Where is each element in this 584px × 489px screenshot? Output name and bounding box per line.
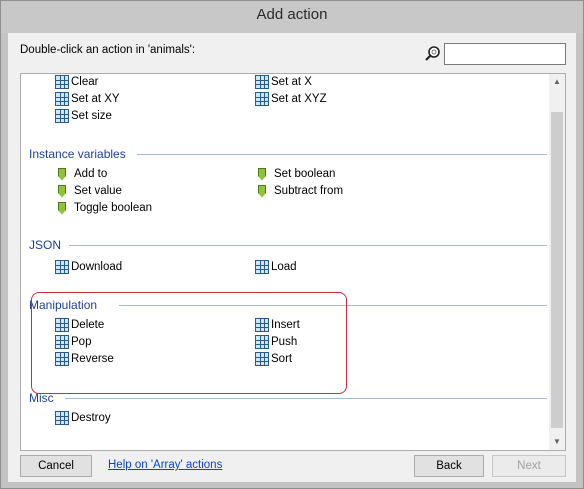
grid-icon	[55, 411, 69, 425]
scrollbar-thumb[interactable]	[551, 112, 563, 428]
help-link[interactable]: Help on 'Array' actions	[108, 459, 222, 471]
action-add-to[interactable]: Add to	[55, 166, 107, 182]
action-label: Add to	[74, 168, 108, 180]
scroll-down-arrow-icon[interactable]: ▼	[549, 434, 565, 450]
action-insert[interactable]: Insert	[255, 317, 300, 333]
action-label: Destroy	[71, 412, 111, 424]
action-label: Delete	[71, 319, 105, 331]
action-label: Set boolean	[274, 168, 336, 180]
action-label: Sort	[271, 353, 293, 365]
grid-icon	[55, 318, 69, 332]
action-set-at-xyz[interactable]: Set at XYZ	[255, 91, 327, 107]
action-label: Pop	[71, 336, 92, 348]
scroll-up-arrow-icon[interactable]: ▲	[549, 74, 565, 90]
dialog-body: Double-click an action in 'animals': Cle…	[8, 33, 576, 482]
grid-icon	[55, 109, 69, 123]
grid-icon	[255, 92, 269, 106]
grid-icon	[255, 260, 269, 274]
group-divider	[65, 398, 547, 399]
action-load[interactable]: Load	[255, 259, 297, 275]
grid-icon	[255, 352, 269, 366]
grid-icon	[255, 335, 269, 349]
group-divider	[137, 154, 547, 155]
action-label: Reverse	[71, 353, 114, 365]
add-action-dialog: Add action Double-click an action in 'an…	[0, 0, 584, 489]
action-push[interactable]: Push	[255, 334, 297, 350]
group-divider	[69, 245, 547, 246]
action-set-at-xy[interactable]: Set at XY	[55, 91, 120, 107]
action-delete[interactable]: Delete	[55, 317, 104, 333]
grid-icon	[255, 318, 269, 332]
action-label: Set at XYZ	[271, 93, 327, 105]
action-set-at-x[interactable]: Set at X	[255, 74, 312, 90]
instance-variable-icon	[58, 201, 66, 215]
group-header-instance-variables: Instance variables	[29, 147, 126, 161]
action-destroy[interactable]: Destroy	[55, 410, 111, 426]
action-reverse[interactable]: Reverse	[55, 351, 114, 367]
instance-variable-icon	[58, 167, 66, 181]
search-input[interactable]	[444, 43, 566, 65]
action-clear[interactable]: Clear	[55, 74, 98, 90]
action-sort[interactable]: Sort	[255, 351, 292, 367]
back-button[interactable]: Back	[414, 455, 484, 477]
action-label: Set at XY	[71, 93, 120, 105]
grid-icon	[55, 92, 69, 106]
next-button[interactable]: Next	[492, 455, 566, 477]
action-label: Toggle boolean	[74, 202, 153, 214]
action-set-boolean[interactable]: Set boolean	[255, 166, 335, 182]
grid-icon	[55, 352, 69, 366]
action-label: Clear	[71, 76, 99, 88]
action-pop[interactable]: Pop	[55, 334, 91, 350]
group-header-misc: Misc	[29, 391, 54, 405]
actions-list-panel: Clear Set at X Set at XY Set at XYZ Set …	[20, 73, 566, 451]
action-label: Insert	[271, 319, 300, 331]
action-label: Set size	[71, 110, 112, 122]
vertical-scrollbar[interactable]: ▲ ▼	[549, 74, 565, 450]
action-set-size[interactable]: Set size	[55, 108, 112, 124]
action-toggle-boolean[interactable]: Toggle boolean	[55, 200, 152, 216]
action-label: Download	[71, 261, 123, 273]
cancel-button[interactable]: Cancel	[20, 455, 92, 477]
search-icon	[425, 46, 440, 61]
instance-variable-icon	[258, 167, 266, 181]
actions-list: Clear Set at X Set at XY Set at XYZ Set …	[21, 74, 549, 450]
action-subtract-from[interactable]: Subtract from	[255, 183, 343, 199]
instance-variable-icon	[58, 184, 66, 198]
action-label: Subtract from	[274, 185, 344, 197]
action-label: Load	[271, 261, 297, 273]
window-title: Add action	[256, 6, 328, 23]
grid-icon	[55, 75, 69, 89]
action-label: Set value	[74, 185, 122, 197]
title-bar[interactable]: Add action	[1, 1, 583, 33]
grid-icon	[255, 75, 269, 89]
action-label: Push	[271, 336, 298, 348]
instance-variable-icon	[258, 184, 266, 198]
action-set-value[interactable]: Set value	[55, 183, 122, 199]
group-header-json: JSON	[29, 238, 62, 252]
action-label: Set at X	[271, 76, 312, 88]
group-header-manipulation: Manipulation	[29, 298, 98, 312]
instruction-text: Double-click an action in 'animals':	[20, 44, 196, 56]
action-download[interactable]: Download	[55, 259, 122, 275]
grid-icon	[55, 260, 69, 274]
group-divider	[119, 305, 547, 306]
grid-icon	[55, 335, 69, 349]
